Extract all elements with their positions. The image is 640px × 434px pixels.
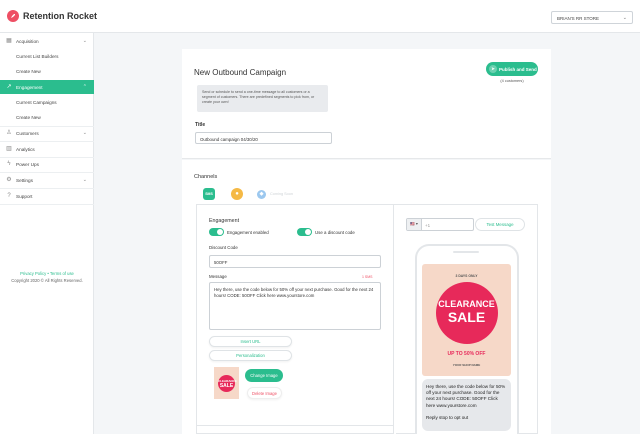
- chevron-up-icon: ⌃: [82, 83, 87, 90]
- phone-number-input[interactable]: 🇺🇸 ▾ +1: [406, 218, 474, 231]
- phone-prefix: +1: [425, 222, 431, 228]
- title-input[interactable]: Outbound campaign 04/30/20: [195, 132, 332, 144]
- store-selector-value: BRIAN'S RR STORE: [557, 16, 600, 21]
- chevron-down-icon: ⌄: [82, 176, 87, 183]
- sms-count: 1 SMS: [362, 275, 373, 279]
- change-image-button[interactable]: Change Image: [245, 369, 283, 382]
- sidebar-item-power-ups[interactable]: ϟ Power Ups: [0, 157, 94, 171]
- help-icon: ?: [7, 193, 11, 199]
- sidebar-item-analytics[interactable]: ▥ Analytics: [0, 142, 94, 156]
- chevron-down-icon: ⌄: [82, 129, 87, 136]
- message-textarea[interactable]: Hey there, use the code below for 50% of…: [209, 282, 381, 330]
- country-selector[interactable]: 🇺🇸 ▾: [407, 219, 422, 230]
- sidebar-item-support[interactable]: ? Support: [0, 189, 94, 203]
- tab-channel-2[interactable]: ●: [231, 188, 243, 200]
- message-label: Message: [209, 274, 227, 279]
- sidebar-item-label: Power Ups: [16, 161, 39, 167]
- privacy-policy-link[interactable]: Privacy Policy: [20, 271, 46, 276]
- sidebar: ▦ Acquisition ⌄ Current List Builders Cr…: [0, 33, 94, 434]
- promo-line1: CLEARANCE: [438, 299, 495, 309]
- image-thumbnail: CLEARANCE SALE: [214, 367, 239, 399]
- sidebar-item-label: Settings: [16, 177, 33, 183]
- copyright: Copyright 2020 © All Rights Reserved.: [11, 278, 83, 283]
- customer-count: (4 customers): [500, 79, 524, 83]
- engagement-enabled-toggle[interactable]: [209, 228, 224, 236]
- promo-line3: UP TO 50% OFF: [447, 351, 486, 357]
- rocket-logo-icon[interactable]: [7, 10, 19, 22]
- delete-image-button[interactable]: Delete Image: [247, 387, 282, 399]
- engagement-label: Engagement: [209, 218, 240, 224]
- sidebar-item-label: Engagement: [16, 84, 43, 90]
- personalization-button[interactable]: Personalization: [209, 350, 292, 361]
- sms-bubble: Hey there, use the code below for 50% of…: [422, 379, 511, 431]
- chat-icon: ●: [235, 191, 239, 197]
- sidebar-item-create-new-engagement[interactable]: Create New: [0, 110, 94, 124]
- channels-label: Channels: [194, 174, 218, 180]
- engagement-enabled-label: Engagement enabled: [227, 229, 269, 235]
- sidebar-item-label: Current List Builders: [16, 53, 59, 59]
- publish-button-label: Publish and Send: [499, 66, 537, 72]
- info-box: Send or schedule to send a one-time mess…: [197, 85, 328, 112]
- title-label: Title: [195, 122, 206, 128]
- sidebar-item-acquisition[interactable]: ▦ Acquisition ⌄: [0, 34, 94, 48]
- chevron-down-icon: ⌄: [82, 37, 87, 44]
- discount-code-toggle[interactable]: [297, 228, 312, 236]
- insert-url-button[interactable]: Insert URL: [209, 336, 292, 347]
- sidebar-item-customers[interactable]: ♙ Customers ⌄: [0, 126, 94, 140]
- tab-channel-3: ◆: [257, 190, 266, 199]
- chart-icon: ▥: [6, 146, 12, 152]
- publish-and-send-button[interactable]: ➤ Publish and Send: [486, 62, 538, 76]
- trend-icon: ↗: [6, 84, 12, 90]
- sidebar-item-current-campaigns[interactable]: Current Campaigns: [0, 95, 94, 109]
- footer-links: Privacy Policy • Terms of use: [0, 271, 94, 276]
- bolt-icon: ϟ: [7, 161, 11, 167]
- sidebar-item-create-new-acquisition[interactable]: Create New: [0, 64, 94, 78]
- promo-line4: YOUR SHOP NAME: [452, 363, 481, 367]
- promo-top-text: 3 DAYS ONLY: [455, 274, 478, 278]
- panel-divider: [196, 425, 394, 426]
- sidebar-item-engagement[interactable]: ↗ Engagement ⌃: [0, 80, 94, 94]
- send-icon: ➤: [489, 65, 497, 73]
- top-bar: Retention Rocket BRIAN'S RR STORE ⌄: [0, 0, 640, 33]
- messenger-icon: ◆: [259, 191, 264, 197]
- person-icon: ♙: [6, 130, 12, 136]
- tab-sms[interactable]: SMS: [203, 188, 215, 200]
- terms-link[interactable]: Terms of use: [50, 271, 74, 276]
- sidebar-item-label: Support: [16, 193, 33, 199]
- sidebar-item-settings[interactable]: ⚙ Settings ⌄: [0, 173, 94, 187]
- discount-code-input[interactable]: 50OFF: [209, 255, 381, 268]
- app-name: Retention Rocket: [23, 11, 98, 21]
- sidebar-item-label: Customers: [16, 130, 39, 136]
- chevron-down-icon: ⌄: [622, 15, 627, 21]
- page-title: New Outbound Campaign: [194, 68, 287, 77]
- phone-speaker: [453, 251, 479, 253]
- sidebar-item-label: Current Campaigns: [16, 99, 57, 105]
- discount-code-toggle-label: Use a discount code: [315, 229, 355, 235]
- sidebar-divider: [0, 204, 94, 205]
- test-message-button[interactable]: Test Message: [475, 218, 525, 231]
- coming-soon-label: Coming Soon: [270, 192, 294, 196]
- discount-code-label: Discount Code: [209, 245, 238, 250]
- sidebar-item-label: Create New: [16, 114, 41, 120]
- promo-line2: SALE: [447, 309, 486, 325]
- footer-separator: •: [47, 271, 49, 276]
- gear-icon: ⚙: [6, 177, 12, 183]
- thumbnail-sale: SALE: [219, 383, 234, 389]
- sidebar-item-label: Analytics: [16, 146, 35, 152]
- sidebar-item-label: Acquisition: [16, 38, 39, 44]
- grid-icon: ▦: [6, 38, 12, 44]
- promo-image: 3 DAYS ONLY CLEARANCE SALE UP TO 50% OFF…: [422, 264, 511, 376]
- sidebar-item-current-list-builders[interactable]: Current List Builders: [0, 49, 94, 63]
- opt-out-text: Reply stop to opt out: [426, 414, 469, 420]
- sidebar-item-label: Create New: [16, 68, 41, 74]
- sms-bubble-text: Hey there, use the code below for 50% of…: [426, 384, 506, 408]
- store-selector[interactable]: BRIAN'S RR STORE ⌄: [551, 11, 633, 24]
